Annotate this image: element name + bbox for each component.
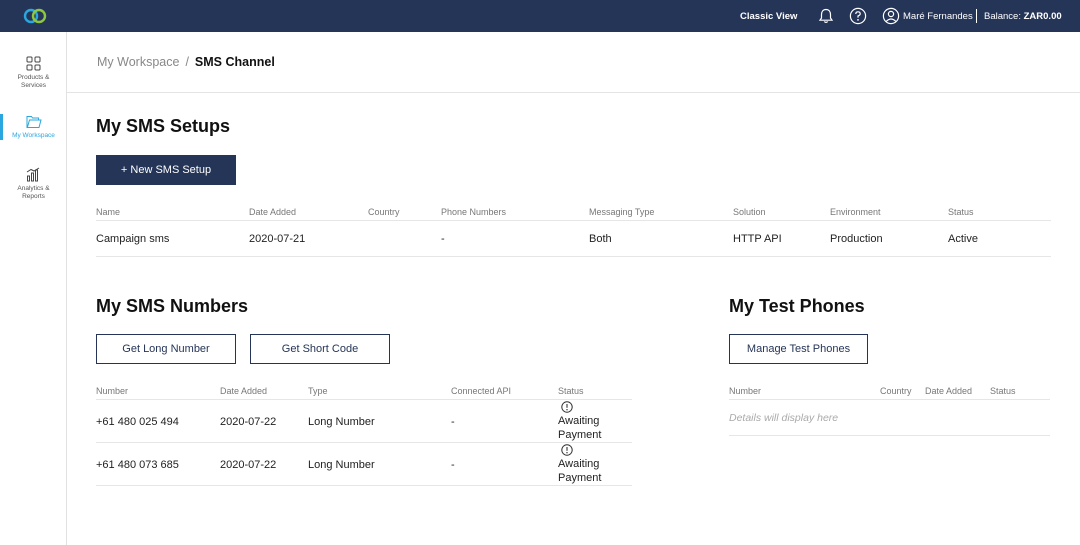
number-type: Long Number <box>308 459 375 471</box>
breadcrumb-bar: My Workspace / SMS Channel <box>67 32 1080 93</box>
number-type: Long Number <box>308 416 375 428</box>
chart-icon <box>26 167 40 182</box>
get-long-number-button[interactable]: Get Long Number <box>96 334 236 364</box>
setup-environment: Production <box>830 233 883 245</box>
table-divider <box>729 435 1050 436</box>
table-divider <box>96 220 1051 221</box>
column-header-date-added: Date Added <box>249 207 297 217</box>
setup-date: 2020-07-21 <box>249 233 306 245</box>
sidebar-label-line-1: Analytics & <box>17 185 50 192</box>
setup-messaging-type: Both <box>589 233 612 245</box>
sidebar: Products & Services My Workspace Analyti… <box>0 32 67 545</box>
column-header-date-added: Date Added <box>220 386 268 396</box>
sms-setups-title: My SMS Setups <box>96 116 231 136</box>
number-api: - <box>451 416 455 428</box>
table-divider <box>96 399 632 400</box>
sidebar-item-label: Analytics & Reports <box>0 185 67 201</box>
setup-phone: - <box>441 233 445 245</box>
test-phones-title: My Test Phones <box>729 296 865 316</box>
sidebar-item-label: My Workspace <box>12 132 55 139</box>
column-header-name: Name <box>96 207 121 217</box>
user-name[interactable]: Maré Fernandes <box>903 11 973 22</box>
breadcrumb: My Workspace / SMS Channel <box>97 55 275 69</box>
folder-icon <box>26 116 42 128</box>
status-line-1: Awaiting <box>558 458 600 470</box>
number-api: - <box>451 459 455 471</box>
empty-state-text: Details will display here <box>729 412 839 424</box>
number-value[interactable]: +61 480 073 685 <box>96 459 179 471</box>
status-line-2: Payment <box>558 429 602 441</box>
column-header-country: Country <box>880 386 912 396</box>
breadcrumb-separator: / <box>185 55 189 69</box>
status-line-2: Payment <box>558 472 602 484</box>
number-date: 2020-07-22 <box>220 416 277 428</box>
grid-icon <box>26 56 41 71</box>
user-avatar-icon[interactable] <box>882 7 900 25</box>
help-icon[interactable] <box>849 7 867 25</box>
top-bar: Classic View Maré Fernandes Balance: ZAR… <box>0 0 1080 32</box>
column-header-country: Country <box>368 207 400 217</box>
new-sms-setup-button[interactable]: + New SMS Setup <box>96 155 236 185</box>
setup-name[interactable]: Campaign sms <box>96 233 169 245</box>
sidebar-label-line-2: Reports <box>22 193 45 200</box>
table-divider <box>96 442 632 443</box>
column-header-number: Number <box>96 386 129 396</box>
number-status: Awaiting Payment <box>558 401 601 442</box>
column-header-status: Status <box>558 386 584 396</box>
column-header-connected-api: Connected API <box>451 386 512 396</box>
balance-label: Balance: <box>984 11 1021 22</box>
sidebar-item-my-workspace[interactable]: My Workspace <box>0 115 67 140</box>
number-value[interactable]: +61 480 025 494 <box>96 416 179 428</box>
number-status: Awaiting Payment <box>558 444 601 485</box>
breadcrumb-current: SMS Channel <box>194 55 275 69</box>
alert-circle-icon[interactable] <box>561 444 573 456</box>
balance: Balance: ZAR0.00 <box>984 11 1062 22</box>
column-header-status: Status <box>990 386 1016 396</box>
column-header-number: Number <box>729 386 762 396</box>
sidebar-item-analytics-reports[interactable]: Analytics & Reports <box>0 167 67 201</box>
divider <box>976 9 977 23</box>
status-line-1: Awaiting <box>558 415 600 427</box>
classic-view-link[interactable]: Classic View <box>740 11 797 22</box>
table-divider <box>96 485 632 486</box>
number-date: 2020-07-22 <box>220 459 277 471</box>
sidebar-label-line-1: Products & <box>17 74 50 81</box>
table-divider <box>729 399 1050 400</box>
sms-numbers-title: My SMS Numbers <box>96 296 249 316</box>
sidebar-item-label: Products & Services <box>0 74 67 90</box>
breadcrumb-parent-link[interactable]: My Workspace <box>97 55 179 69</box>
manage-test-phones-button[interactable]: Manage Test Phones <box>729 334 868 364</box>
column-header-type: Type <box>308 386 328 396</box>
setup-status: Active <box>948 233 978 245</box>
alert-circle-icon[interactable] <box>561 401 573 413</box>
column-header-status: Status <box>948 207 974 217</box>
sidebar-label-line-2: Services <box>21 82 46 89</box>
column-header-solution: Solution <box>733 207 766 217</box>
setup-solution: HTTP API <box>733 233 782 245</box>
balance-value: ZAR0.00 <box>1023 11 1062 22</box>
bell-icon[interactable] <box>817 7 835 25</box>
column-header-date-added: Date Added <box>925 386 973 396</box>
column-header-messaging-type: Messaging Type <box>589 207 655 217</box>
column-header-environment: Environment <box>830 207 881 217</box>
get-short-code-button[interactable]: Get Short Code <box>250 334 390 364</box>
sidebar-item-products-services[interactable]: Products & Services <box>0 56 67 90</box>
logo-icon[interactable] <box>22 7 48 25</box>
column-header-phone-numbers: Phone Numbers <box>441 207 507 217</box>
table-divider <box>96 256 1051 257</box>
